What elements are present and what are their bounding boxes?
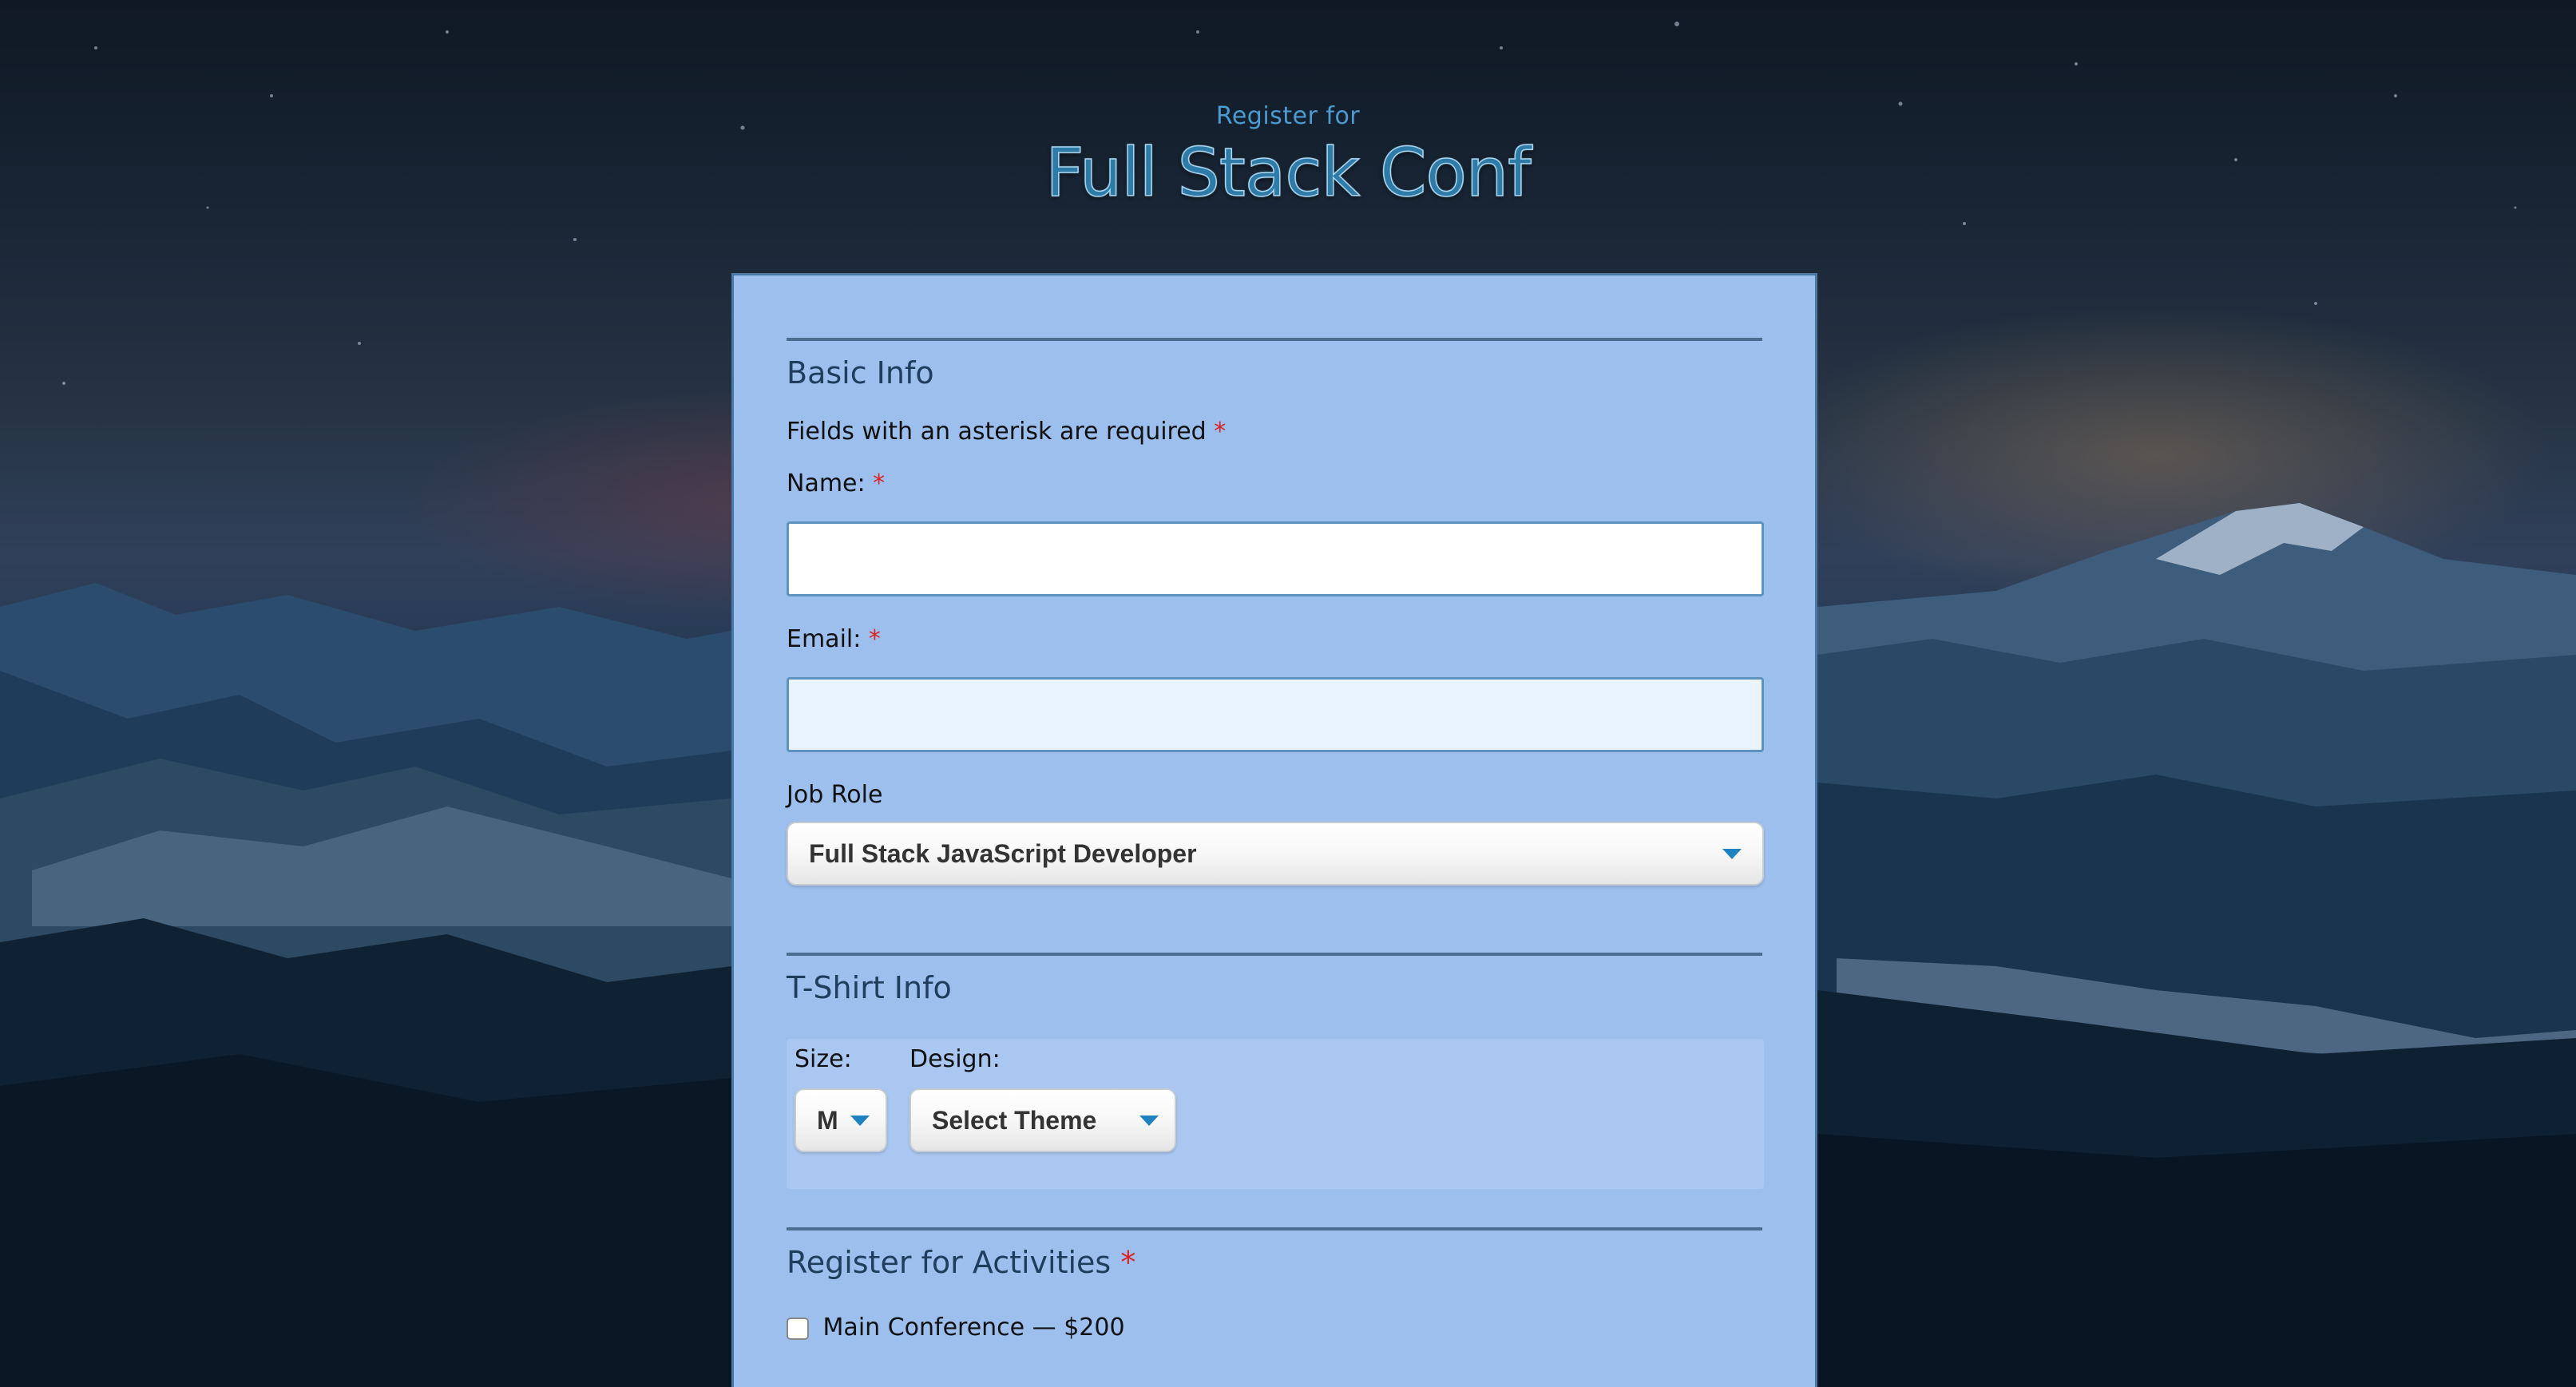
page-subtitle: Register for bbox=[1215, 102, 1361, 130]
design-label: Design: bbox=[910, 1045, 1001, 1073]
tshirt-options: Size: Design: M Select Theme bbox=[787, 1039, 1764, 1189]
section-divider bbox=[787, 953, 1762, 956]
basic-info-legend: Basic Info bbox=[787, 355, 934, 390]
required-asterisk: * bbox=[873, 470, 886, 497]
required-asterisk: * bbox=[1120, 1245, 1136, 1280]
checkbox-icon[interactable] bbox=[787, 1317, 809, 1340]
job-role-selected-value: Full Stack JavaScript Developer bbox=[809, 838, 1197, 868]
size-select[interactable]: M bbox=[795, 1088, 887, 1152]
size-selected-value: M bbox=[817, 1105, 838, 1135]
size-label: Size: bbox=[795, 1045, 852, 1073]
tshirt-info-legend: T-Shirt Info bbox=[787, 970, 952, 1005]
name-label: Name: * bbox=[787, 470, 1762, 497]
activities-legend: Register for Activities * bbox=[787, 1245, 1762, 1280]
registration-form: Basic Info Fields with an asterisk are r… bbox=[731, 273, 1817, 1387]
email-label-text: Email: bbox=[787, 625, 862, 653]
required-note-text: Fields with an asterisk are required bbox=[787, 418, 1207, 446]
chevron-down-icon bbox=[1139, 1116, 1159, 1126]
job-role-select[interactable]: Full Stack JavaScript Developer bbox=[787, 822, 1764, 886]
activity-label: Main Conference — $200 bbox=[822, 1314, 1125, 1341]
required-asterisk: * bbox=[868, 625, 881, 653]
page-header: Register for Full Stack Conf bbox=[0, 102, 2576, 212]
chevron-down-icon bbox=[850, 1116, 870, 1126]
activity-main-conference[interactable]: Main Conference — $200 bbox=[787, 1314, 1762, 1341]
section-divider bbox=[787, 1227, 1762, 1230]
email-input[interactable] bbox=[787, 677, 1764, 752]
design-select[interactable]: Select Theme bbox=[910, 1088, 1176, 1152]
page-title: Full Stack Conf bbox=[1045, 133, 1532, 212]
required-note: Fields with an asterisk are required * bbox=[787, 418, 1762, 446]
name-label-text: Name: bbox=[787, 470, 866, 497]
name-input[interactable] bbox=[787, 521, 1764, 596]
required-asterisk: * bbox=[1214, 418, 1227, 446]
job-role-label: Job Role bbox=[787, 781, 883, 809]
design-selected-value: Select Theme bbox=[932, 1105, 1097, 1135]
activities-legend-text: Register for Activities bbox=[787, 1245, 1112, 1280]
section-divider bbox=[787, 338, 1762, 341]
email-label: Email: * bbox=[787, 625, 1762, 653]
chevron-down-icon bbox=[1722, 849, 1742, 859]
